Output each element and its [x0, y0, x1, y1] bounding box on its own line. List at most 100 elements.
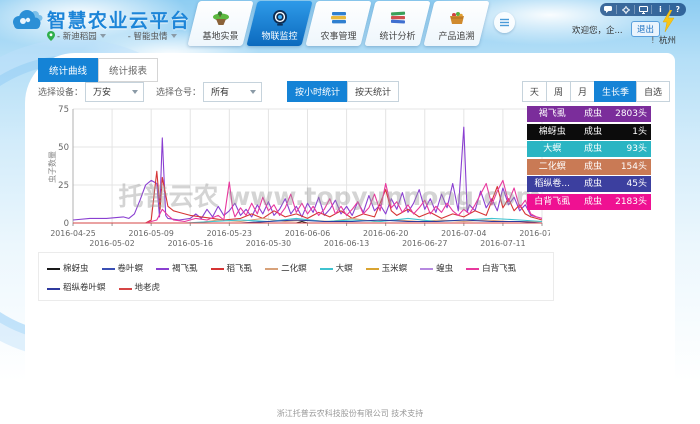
svg-text:2016-06-13: 2016-06-13: [324, 239, 369, 248]
legend-item[interactable]: 蝗虫: [420, 262, 453, 277]
nav-tab-2[interactable]: 物联监控: [246, 1, 312, 46]
legend-label: 稻纵卷叶螟: [63, 281, 106, 296]
location-bar: - 新迪稻园 - 智能虫情: [47, 30, 177, 42]
legend-item[interactable]: 棉蚜虫: [47, 262, 89, 277]
insect-stage: 成虫: [577, 141, 608, 157]
svg-text:2016-06-27: 2016-06-27: [402, 239, 447, 248]
svg-text:2016-05-23: 2016-05-23: [207, 229, 252, 238]
nav-tab-4[interactable]: 统计分析: [364, 1, 430, 46]
legend-swatch: [320, 268, 333, 270]
insect-count: 93头: [609, 141, 651, 157]
gear-icon[interactable]: [617, 5, 634, 14]
logout-button[interactable]: 退出: [631, 21, 660, 37]
nav-more-button[interactable]: [494, 12, 515, 33]
legend-item[interactable]: 玉米螟: [366, 262, 408, 277]
legend-item[interactable]: 稻纵卷叶螟: [47, 281, 106, 296]
svg-text:2016-07-18: 2016-07-18: [519, 229, 550, 238]
island-icon: [211, 9, 231, 27]
legend-swatch: [420, 268, 433, 270]
svg-text:2016-06-06: 2016-06-06: [285, 229, 330, 238]
books-icon: [389, 9, 407, 27]
insect-summary-table: 褐飞虱成虫2803头棉蚜虫成虫1头大螟成虫93头二化螟成虫154头稻纵卷...成…: [527, 106, 651, 211]
cabin-select[interactable]: 所有: [203, 82, 262, 102]
legend-item[interactable]: 褐飞虱: [156, 262, 198, 277]
summary-row: 二化螟成虫154头: [527, 159, 651, 175]
chevron-down-icon: [100, 34, 106, 38]
svg-text:2016-05-02: 2016-05-02: [89, 239, 134, 248]
svg-text:2016-05-30: 2016-05-30: [246, 239, 291, 248]
legend-item[interactable]: 大螟: [320, 262, 353, 277]
monitor-icon[interactable]: [635, 5, 652, 14]
panel-tab-1[interactable]: 统计曲线: [38, 58, 98, 82]
stat-mode-button-2[interactable]: 按天统计: [347, 81, 399, 102]
nav-tab-label: 基地实景: [202, 29, 238, 42]
insect-stage: 成虫: [577, 176, 608, 192]
insect-name: 稻纵卷...: [527, 176, 577, 192]
svg-text:2016-04-25: 2016-04-25: [50, 229, 95, 238]
summary-row: 稻纵卷...成虫45头: [527, 176, 651, 192]
insect-count: 45头: [609, 176, 651, 192]
lightning-weather-icon: [662, 10, 675, 36]
insect-stage: 成虫: [577, 106, 608, 122]
legend-label: 白背飞虱: [482, 262, 516, 277]
legend-item[interactable]: 稻飞虱: [211, 262, 253, 277]
svg-text:2016-06-20: 2016-06-20: [363, 229, 408, 238]
period-button-4[interactable]: 生长季: [594, 81, 637, 102]
weather-city: 杭州: [659, 34, 676, 46]
chevron-down-icon: [132, 90, 138, 94]
svg-text:75: 75: [58, 105, 69, 115]
legend-swatch: [265, 268, 278, 270]
legend-item[interactable]: 二化螟: [265, 262, 307, 277]
svg-text:虫子数量: 虫子数量: [47, 151, 57, 183]
legend-item[interactable]: 地老虎: [119, 281, 161, 296]
panel-tab-2[interactable]: 统计报表: [98, 58, 158, 82]
summary-row: 大螟成虫93头: [527, 141, 651, 157]
nav-tab-3[interactable]: 农事管理: [305, 1, 371, 46]
summary-row: 棉蚜虫成虫1头: [527, 124, 651, 140]
app-title: 智慧农业云平台: [47, 6, 191, 33]
chart-area: 2016-04-252016-05-022016-05-092016-05-16…: [45, 101, 550, 259]
logo-cloud-icon: [10, 7, 44, 35]
period-button-3[interactable]: 月: [570, 81, 595, 102]
svg-text:0: 0: [64, 219, 69, 229]
nav-tab-1[interactable]: 基地实景: [187, 1, 253, 46]
insect-stage: 成虫: [577, 194, 608, 210]
stat-mode-group: 按小时统计按天统计: [288, 81, 399, 102]
cabin-label: 选择仓号：: [156, 85, 201, 98]
svg-text:25: 25: [58, 181, 69, 191]
svg-text:2016-07-11: 2016-07-11: [480, 239, 525, 248]
stat-mode-button-1[interactable]: 按小时统计: [287, 81, 348, 102]
insect-count: 154头: [609, 159, 651, 175]
insect-stage: 成虫: [577, 159, 608, 175]
insect-name: 大螟: [527, 141, 577, 157]
panel-tabs: 统计曲线统计报表: [38, 58, 158, 82]
insect-count: 1头: [609, 124, 651, 140]
legend-swatch: [211, 268, 224, 270]
device-select[interactable]: 万安: [85, 82, 144, 102]
insect-name: 棉蚜虫: [527, 124, 577, 140]
legend-item[interactable]: 卷叶螟: [102, 262, 144, 277]
svg-text:50: 50: [58, 143, 69, 153]
legend-label: 大螟: [336, 262, 353, 277]
legend-swatch: [47, 288, 60, 290]
period-button-2[interactable]: 周: [546, 81, 571, 102]
insect-name: 二化螟: [527, 159, 577, 175]
legend-item[interactable]: 白背飞虱: [466, 262, 516, 277]
device-label: 选择设备：: [38, 85, 83, 98]
pin-icon: [47, 31, 55, 41]
legend-label: 二化螟: [281, 262, 307, 277]
period-button-5[interactable]: 自选: [636, 81, 670, 102]
summary-row: 白背飞虱成虫2183头: [527, 194, 651, 210]
svg-text:2016-07-04: 2016-07-04: [441, 229, 486, 238]
chevron-down-icon: [171, 34, 177, 38]
location-selector[interactable]: - 新迪稻园: [57, 30, 106, 42]
chat-icon[interactable]: [600, 5, 617, 14]
legend-swatch: [119, 288, 132, 290]
nav-tab-5[interactable]: 产品追溯: [423, 1, 489, 46]
period-button-1[interactable]: 天: [522, 81, 547, 102]
nav-tab-label: 统计分析: [379, 29, 415, 42]
chevron-down-icon: [250, 90, 256, 94]
legend-label: 地老虎: [135, 281, 161, 296]
legend-label: 卷叶螟: [118, 262, 144, 277]
module-selector[interactable]: - 智能虫情: [128, 30, 177, 42]
